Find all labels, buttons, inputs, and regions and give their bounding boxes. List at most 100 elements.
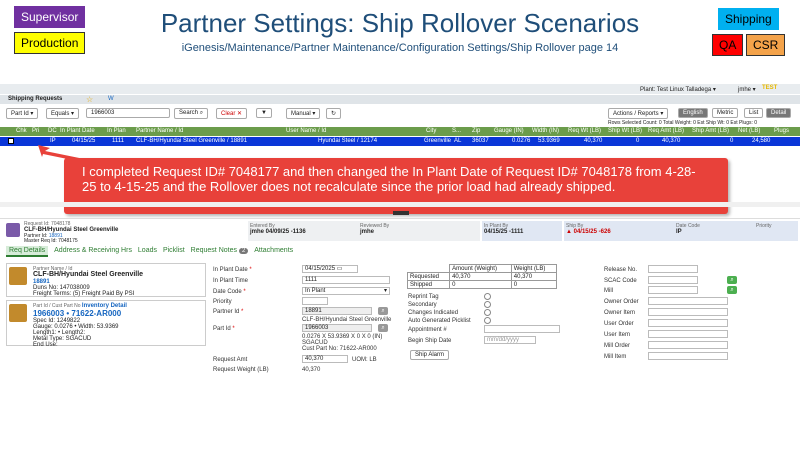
appointment-input[interactable] — [484, 325, 560, 333]
mill-order-input[interactable] — [648, 341, 728, 349]
auto-picklist-checkbox[interactable] — [484, 317, 491, 324]
part-icon — [9, 304, 27, 322]
row-checkbox[interactable] — [8, 138, 14, 144]
row-shipamt: 0 — [730, 138, 734, 144]
scac-lookup-icon[interactable]: ⌕ — [727, 276, 737, 284]
col-reqwt[interactable]: Req Wt (LB) — [568, 128, 601, 134]
col-user[interactable]: User Name / Id — [286, 128, 326, 134]
row-plan: 1111 — [112, 138, 125, 144]
col-shipwt[interactable]: Ship Wt (LB) — [608, 128, 642, 134]
env-badge: TEST — [762, 85, 778, 91]
col-dc[interactable]: DC — [48, 128, 57, 134]
col-partner[interactable]: Partner Name / Id — [136, 128, 183, 134]
inplant-time-input[interactable]: 1111 — [302, 276, 390, 284]
filter-value-input[interactable]: 1966003 — [86, 108, 170, 118]
row-gauge: 0.0276 — [512, 138, 531, 144]
secondary-checkbox[interactable] — [484, 301, 491, 308]
part-lookup-icon[interactable]: ⌕ — [378, 324, 388, 332]
partner-id-input[interactable]: 18891 — [302, 307, 372, 315]
refresh-icon[interactable]: ↻ — [326, 108, 342, 119]
part-id-input[interactable]: 1966003 — [302, 324, 372, 332]
inplant-date-input[interactable]: 04/15/2025 ▭ — [302, 265, 358, 273]
date-code-select[interactable]: In Plant ▾ — [302, 287, 390, 295]
page-title: Partner Settings: Ship Rollover Scenario… — [160, 8, 640, 38]
col-gauge[interactable]: Gauge (IN) — [494, 128, 524, 134]
w-icon[interactable]: W — [108, 96, 114, 102]
row-city: Greenville — [424, 138, 452, 144]
priority-input[interactable] — [302, 297, 328, 305]
col-shipamt[interactable]: Ship Amt (LB) — [692, 128, 729, 134]
ship-alarm-button[interactable]: Ship Alarm — [410, 350, 450, 360]
list-toggle[interactable]: List — [744, 108, 764, 118]
request-icon — [6, 223, 20, 237]
col-state[interactable]: S... — [452, 128, 461, 134]
mill-lookup-icon[interactable]: ⌕ — [727, 286, 737, 294]
tab-request-notes[interactable]: Request Notes — [191, 247, 237, 254]
detail-header: Request Id: 7048178 CLF-BH/Hyundai Steel… — [0, 218, 800, 244]
tab-address[interactable]: Address & Receiving Hrs — [54, 247, 132, 254]
tab-req-details[interactable]: Req Details — [6, 246, 49, 257]
supervisor-tag: Supervisor — [14, 6, 86, 28]
actions-reports-button[interactable]: Actions / Reports ▾ — [608, 108, 669, 119]
part-link[interactable]: 1966003 • 71622-AR000 — [33, 309, 121, 318]
col-width[interactable]: Width (IN) — [532, 128, 559, 134]
row-zip: 36037 — [472, 138, 489, 144]
production-tag: Production — [14, 32, 86, 54]
reprint-tag-checkbox[interactable] — [484, 293, 491, 300]
row-net: 24,580 — [752, 138, 771, 144]
grid-scrollbar[interactable] — [0, 202, 800, 207]
request-amt-input[interactable]: 40,370 — [302, 355, 348, 363]
mill-item-input[interactable] — [648, 352, 728, 360]
favorite-star-icon[interactable]: ☆ — [86, 95, 93, 104]
manual-select[interactable]: Manual ▾ — [286, 108, 321, 119]
row-width: 53.9369 — [538, 138, 560, 144]
splitter-handle[interactable] — [393, 211, 409, 215]
filter-icon[interactable]: ▼ — [256, 108, 272, 118]
col-inplan[interactable]: In Plan — [107, 128, 126, 134]
qa-tag: QA — [712, 34, 744, 56]
partner-lookup-icon[interactable]: ⌕ — [378, 307, 388, 315]
row-reqwt: 40,370 — [584, 138, 603, 144]
calendar-icon[interactable]: ▭ — [337, 266, 343, 272]
col-pri[interactable]: Pri — [32, 128, 39, 134]
col-city[interactable]: City — [426, 128, 436, 134]
changes-checkbox[interactable] — [484, 309, 491, 316]
page-subtitle: iGenesis/Maintenance/Partner Maintenance… — [181, 42, 619, 54]
english-toggle[interactable]: English — [678, 108, 708, 118]
col-zip[interactable]: Zip — [472, 128, 480, 134]
owner-order-input[interactable] — [648, 297, 728, 305]
plant-selector[interactable]: Plant: Test Linux Talladega ▾ — [640, 86, 716, 93]
col-reqamt[interactable]: Req Amt (LB) — [648, 128, 684, 134]
module-title: Shipping Requests — [8, 96, 63, 102]
user-item-input[interactable] — [648, 330, 728, 338]
table-row[interactable]: IP 04/15/25 1111 CLF-BH/Hyundai Steel Gr… — [0, 137, 800, 146]
metric-toggle[interactable]: Metric — [712, 108, 739, 118]
filter-field-select[interactable]: Part Id ▾ — [6, 108, 39, 119]
mill-input[interactable] — [648, 286, 698, 294]
csr-tag: CSR — [746, 34, 786, 56]
owner-item-input[interactable] — [648, 308, 728, 316]
detail-toggle[interactable]: Detail — [766, 108, 792, 118]
clear-button[interactable]: Clear ✕ — [216, 108, 248, 119]
begin-ship-date-input[interactable]: mm/dd/yyyy — [484, 336, 536, 344]
row-reqamt: 40,370 — [662, 138, 681, 144]
user-order-input[interactable] — [648, 319, 728, 327]
reviewed-by: Reviewed By jmhe — [360, 223, 390, 235]
row-state: AL — [454, 138, 462, 144]
scac-code-input[interactable] — [648, 276, 698, 284]
row-shipwt: 0 — [636, 138, 640, 144]
search-button[interactable]: Search ⌕ — [174, 108, 209, 119]
col-inplantdate[interactable]: In Plant Date — [60, 128, 95, 134]
col-net[interactable]: Net (LB) — [738, 128, 760, 134]
notes-count-badge: 2 — [238, 248, 249, 254]
col-chk[interactable]: Chk — [16, 128, 27, 134]
col-plugs[interactable]: Plugs — [774, 128, 789, 134]
app-topbar: Plant: Test Linux Talladega ▾ jmhe ▾ TES… — [0, 84, 800, 94]
user-menu[interactable]: jmhe ▾ — [738, 86, 756, 93]
release-no-input[interactable] — [648, 265, 698, 273]
row-partner: CLF-BH/Hyundai Steel Greenville / 18891 — [136, 138, 248, 144]
tab-loads[interactable]: Loads — [138, 247, 157, 254]
tab-picklist[interactable]: Picklist — [163, 247, 185, 254]
filter-op-select[interactable]: Equals ▾ — [46, 108, 80, 119]
tab-attachments[interactable]: Attachments — [254, 247, 293, 254]
